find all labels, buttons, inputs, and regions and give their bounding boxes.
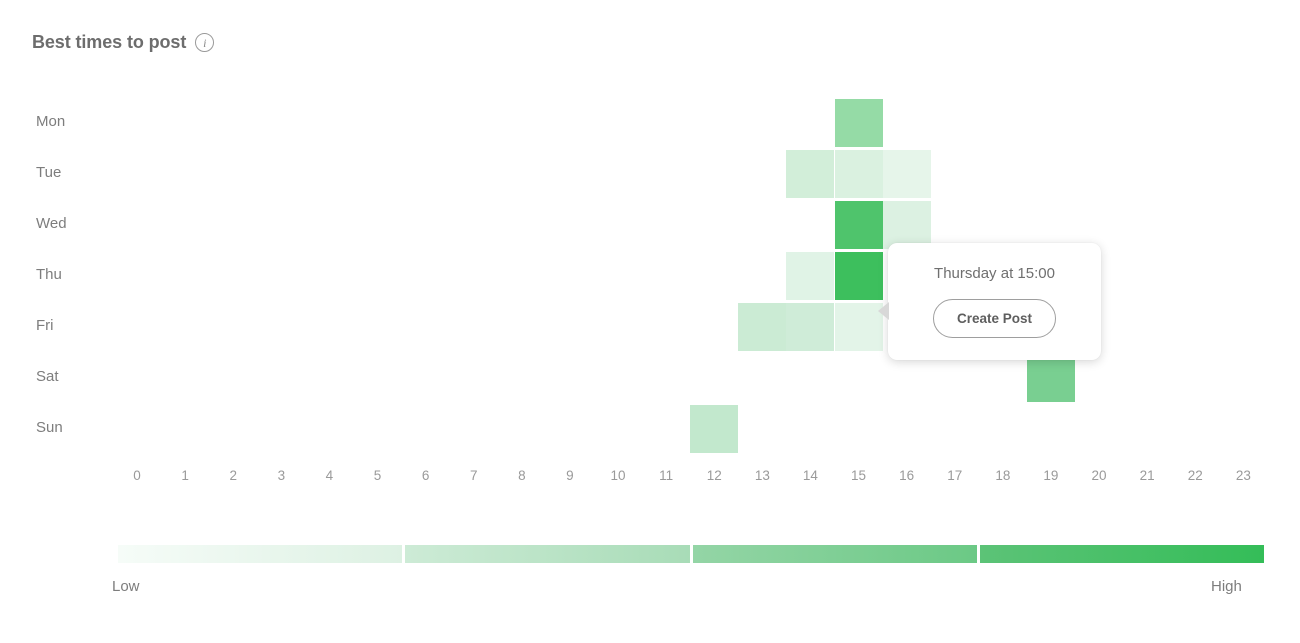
hour-label-10: 10	[610, 468, 626, 483]
hour-label-20: 20	[1091, 468, 1107, 483]
row-label-mon: Mon	[36, 113, 66, 130]
hour-label-2: 2	[229, 468, 238, 483]
heatmap-cell-sat-19[interactable]	[1026, 354, 1075, 402]
row-label-thu: Thu	[36, 266, 62, 283]
heatmap-chart: Mon Tue Wed Thu Fri Sat Sun 0 1 2 3 4 5 6 7 8 9 10 11 12 13…	[0, 0, 1300, 500]
heatmap-cell-fri-13[interactable]	[738, 303, 787, 351]
legend-gradient-bar	[118, 545, 1264, 563]
heatmap-cell-tue-14[interactable]	[786, 150, 835, 198]
hour-label-19: 19	[1043, 468, 1059, 483]
create-post-button[interactable]: Create Post	[932, 299, 1057, 338]
row-label-tue: Tue	[36, 164, 62, 181]
heatmap-cell-tue-15[interactable]	[834, 150, 883, 198]
hour-label-1: 1	[181, 468, 189, 483]
heatmap-cell-wed-16[interactable]	[882, 201, 931, 249]
hour-label-3: 3	[277, 468, 286, 483]
legend-segment-3	[692, 545, 977, 563]
legend-high-label: High	[1211, 578, 1242, 595]
legend-segment-4	[979, 545, 1264, 563]
legend-segment-2	[405, 545, 690, 563]
heatmap-cell-tue-16[interactable]	[882, 150, 931, 198]
heatmap-cell-fri-15[interactable]	[834, 303, 883, 351]
hour-label-6: 6	[421, 468, 430, 483]
hour-label-12: 12	[706, 468, 722, 483]
legend-segment-1	[118, 545, 403, 563]
hour-label-23: 23	[1235, 468, 1251, 483]
hour-label-15: 15	[851, 468, 867, 483]
heatmap-cell-fri-14[interactable]	[786, 303, 835, 351]
heatmap-cell-thu-14[interactable]	[786, 252, 835, 300]
heatmap-cell-mon-15[interactable]	[834, 99, 883, 147]
heatmap-cell-sun-12[interactable]	[690, 405, 739, 453]
hour-label-9: 9	[566, 468, 574, 483]
hour-label-18: 18	[995, 468, 1011, 483]
hour-label-14: 14	[802, 468, 818, 483]
legend-low-label: Low	[112, 578, 140, 595]
hour-label-21: 21	[1139, 468, 1155, 483]
hour-label-8: 8	[518, 468, 526, 483]
tooltip-label: Thursday at 15:00	[934, 265, 1055, 282]
hour-label-4: 4	[325, 468, 334, 483]
tooltip-arrow-icon	[878, 302, 889, 320]
heatmap-cell-thu-15[interactable]	[834, 252, 883, 300]
hour-label-13: 13	[754, 468, 770, 483]
hour-label-11: 11	[659, 468, 674, 483]
heatmap-cell-wed-15[interactable]	[834, 201, 883, 249]
hour-label-7: 7	[469, 468, 478, 483]
cell-tooltip: Thursday at 15:00 Create Post	[878, 243, 1101, 360]
hour-label-22: 22	[1187, 468, 1203, 483]
tooltip-actions: Create Post	[888, 299, 1101, 338]
row-label-wed: Wed	[36, 215, 67, 232]
row-label-fri: Fri	[36, 317, 54, 334]
hour-label-17: 17	[947, 468, 963, 483]
hour-label-16: 16	[899, 468, 915, 483]
row-label-sun: Sun	[36, 419, 63, 436]
row-label-sat: Sat	[36, 368, 59, 385]
hour-label-0: 0	[133, 468, 141, 483]
hour-label-5: 5	[373, 468, 382, 483]
